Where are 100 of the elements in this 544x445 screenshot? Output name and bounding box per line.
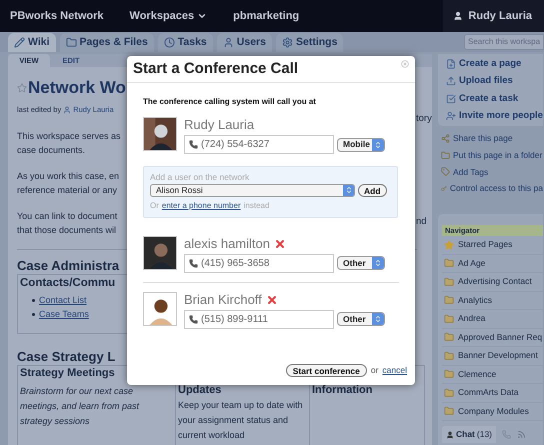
action-link[interactable]: Create a task: [446, 92, 543, 106]
user-select[interactable]: Alison Rossi: [150, 184, 355, 197]
add-user-label: Add a user on the network: [150, 171, 250, 184]
person-name: Brian Kirchoff: [184, 292, 262, 308]
select-arrows-icon: [374, 315, 382, 324]
paragraph-line: nd: [416, 215, 428, 230]
task-icon: [446, 94, 456, 104]
paragraph-line: case documents.: [17, 144, 86, 157]
page-link[interactable]: Contact List: [39, 293, 87, 307]
navigator-item[interactable]: Advertising Contact: [442, 273, 543, 292]
rss-icon[interactable]: [517, 430, 526, 439]
navigator-item[interactable]: Approved Banner Req: [442, 328, 543, 347]
folder-icon: [441, 150, 450, 160]
nav-tab[interactable]: Tasks: [158, 33, 213, 52]
phone-icon[interactable]: [502, 430, 512, 439]
remove-icon[interactable]: [274, 238, 286, 250]
page-title: Network Wo: [28, 78, 126, 98]
cell-title: Updates: [178, 383, 222, 398]
phone-type-select[interactable]: Other: [337, 256, 385, 270]
top-nav-link[interactable]: PBworks Network: [10, 8, 104, 24]
dialog-title: Start a Conference Call: [133, 58, 298, 79]
navigator-item[interactable]: Ad Age: [442, 254, 543, 273]
folder-icon: [444, 350, 454, 361]
bullet-icon: [32, 312, 35, 316]
chat-button[interactable]: Chat (13): [442, 426, 496, 443]
person-name: alexis hamilton: [184, 236, 270, 252]
phone-type-select[interactable]: Other: [337, 312, 385, 326]
add-user-icon: [446, 110, 456, 121]
select-arrows-icon: [374, 259, 382, 268]
top-nav-link[interactable]: pbmarketing: [233, 8, 300, 24]
nav-tab[interactable]: Wiki: [8, 33, 56, 52]
cell-title: Information: [312, 383, 372, 398]
nav-tab[interactable]: Settings: [276, 33, 344, 52]
phone-type-select[interactable]: Mobile: [337, 138, 385, 152]
folder-icon: [444, 388, 454, 398]
cancel-link[interactable]: cancel: [382, 364, 407, 377]
folder-icon: [444, 276, 454, 287]
cell-text: Keep your team up to date with your assignment status and current workload: [178, 399, 304, 442]
paragraph-line: that those documents wil: [17, 224, 118, 237]
top-nav-link[interactable]: Workspaces: [130, 8, 208, 24]
settings-icon: [282, 37, 293, 48]
intro-text: The conference calling system will call you at: [143, 96, 317, 108]
select-arrows-icon: [344, 186, 352, 194]
bullet-icon: [32, 298, 35, 302]
navigator-item[interactable]: Analytics: [442, 292, 543, 310]
pencil-icon: [14, 37, 25, 48]
box-title: Contacts/Commu: [20, 276, 116, 291]
phone-icon: [189, 258, 198, 268]
user-icon: [446, 430, 454, 438]
phone-field[interactable]: (415) 965-3658: [184, 254, 334, 273]
section-heading: Case Administra: [17, 257, 120, 274]
paragraph-line: This workspace serves as: [17, 130, 122, 143]
chevron-down-icon: [197, 11, 208, 21]
upload-icon: [446, 76, 456, 86]
instead-text: instead: [244, 200, 270, 212]
or-text: or: [370, 364, 378, 377]
paragraph-line: You can link to document: [17, 210, 118, 223]
add-button[interactable]: Add: [358, 184, 387, 197]
close-icon[interactable]: [401, 60, 409, 68]
nav-tab[interactable]: Users: [216, 33, 272, 52]
action-link[interactable]: Upload files: [446, 74, 543, 88]
new-page-icon: [446, 59, 456, 70]
action-link[interactable]: Invite more people: [446, 108, 543, 123]
start-conference-button[interactable]: Start conference: [286, 364, 367, 377]
navigator-item[interactable]: Clemence: [442, 366, 543, 384]
navigator-item[interactable]: Company Modules: [442, 402, 543, 421]
cell-title: Strategy Meetings: [20, 366, 115, 381]
phone-number-link[interactable]: enter a phone number: [162, 200, 241, 212]
folder-icon: [444, 406, 454, 416]
folder-icon: [444, 332, 454, 342]
page-link[interactable]: Case Teams: [39, 307, 89, 321]
cell-text: Brainstorm for our next case meetings, and learn from past strategy sessions: [20, 385, 140, 428]
page-action-link[interactable]: Control access to this pa: [441, 182, 543, 195]
key-icon: [441, 184, 447, 194]
folder-icon: [444, 314, 454, 324]
phone-icon: [189, 140, 198, 149]
select-arrows-icon: [374, 140, 382, 148]
folder-icon: [66, 37, 76, 48]
phone-field[interactable]: (515) 899-9111: [184, 310, 334, 329]
page-action-link[interactable]: Share this page: [441, 132, 543, 145]
navigator-item[interactable]: Andrea: [442, 310, 543, 328]
navigator-item[interactable]: Banner Development: [442, 347, 543, 366]
navigator-item[interactable]: CommArts Data: [442, 384, 543, 402]
tag-icon: [441, 167, 450, 176]
phone-field[interactable]: (724) 554-6327: [184, 135, 334, 154]
clock-icon: [164, 37, 175, 48]
user-icon: [453, 11, 464, 21]
page-action-link[interactable]: Add Tags: [441, 166, 543, 178]
nav-tab[interactable]: Pages & Files: [60, 33, 154, 52]
user-icon: [63, 106, 72, 114]
remove-icon[interactable]: [266, 294, 278, 306]
star-icon[interactable]: [17, 83, 27, 93]
folder-icon: [444, 295, 454, 306]
phone-icon: [189, 314, 198, 324]
action-link[interactable]: Create a page: [446, 57, 543, 72]
folder-icon: [444, 258, 454, 268]
person-name: Rudy Lauria: [184, 117, 254, 133]
page-action-link[interactable]: Put this page in a folder: [441, 148, 543, 162]
paragraph-line: tory: [416, 112, 432, 126]
navigator-item[interactable]: Starred Pages: [442, 236, 543, 254]
